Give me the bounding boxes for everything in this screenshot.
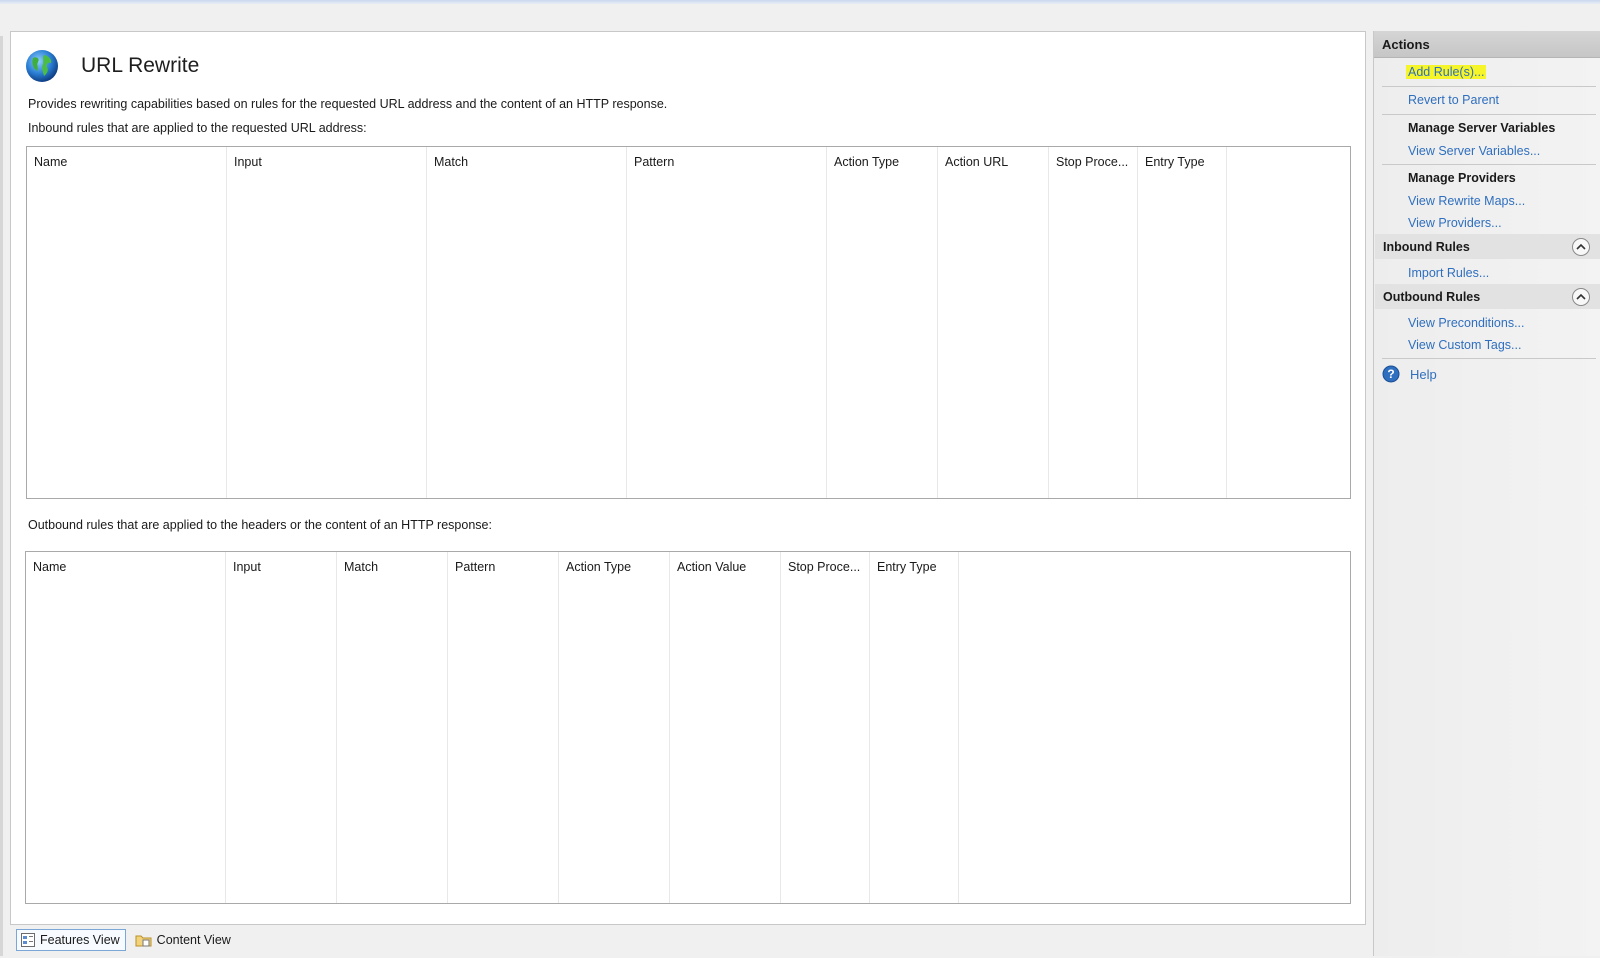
view-providers-link[interactable]: View Providers... [1408,216,1502,230]
column-header-action-url[interactable]: Action URL [938,147,1049,498]
column-header-action-type[interactable]: Action Type [827,147,938,498]
import-rules-link[interactable]: Import Rules... [1408,266,1489,280]
column-header-pattern[interactable]: Pattern [627,147,827,498]
svg-text:?: ? [1387,367,1394,381]
divider [1382,114,1596,115]
feature-description: Provides rewriting capabilities based on… [28,97,668,111]
inbound-caption: Inbound rules that are applied to the re… [28,121,367,135]
column-filler [959,552,1350,903]
column-header-match[interactable]: Match [337,552,448,903]
column-header-entry-type[interactable]: Entry Type [870,552,959,903]
column-header-input[interactable]: Input [226,552,337,903]
feature-panel: URL Rewrite Provides rewriting capabilit… [10,31,1366,925]
column-filler [1227,147,1350,498]
column-header-action-value[interactable]: Action Value [670,552,781,903]
chevron-up-icon[interactable] [1572,237,1590,256]
column-header-pattern[interactable]: Pattern [448,552,559,903]
column-header-name[interactable]: Name [26,552,226,903]
help-link[interactable]: ? Help [1382,365,1437,383]
tab-label: Features View [40,933,120,947]
chevron-up-icon[interactable] [1572,287,1590,306]
help-icon: ? [1382,365,1400,383]
tab-content-view[interactable]: Content View [132,929,236,951]
column-header-name[interactable]: Name [27,147,227,498]
inbound-rules-table[interactable]: Name Input Match Pattern Action Type Act… [26,146,1351,499]
view-preconditions-link[interactable]: View Preconditions... [1408,316,1525,330]
manage-providers-title: Manage Providers [1408,171,1516,185]
actions-pane: Actions Add Rule(s)... Revert to Parent … [1373,31,1600,956]
outbound-rules-title: Outbound Rules [1383,289,1481,304]
feature-header: URL Rewrite [25,46,199,86]
outbound-rules-table[interactable]: Name Input Match Pattern Action Type Act… [25,551,1351,904]
view-rewrite-maps-link[interactable]: View Rewrite Maps... [1408,194,1525,208]
column-header-input[interactable]: Input [227,147,427,498]
add-rules-link[interactable]: Add Rule(s)... [1406,65,1487,79]
globe-icon [26,50,58,82]
divider [1382,86,1596,87]
features-view-icon [21,933,35,947]
left-pane-edge [0,36,3,956]
view-custom-tags-link[interactable]: View Custom Tags... [1408,338,1521,352]
page-title: URL Rewrite [81,54,200,77]
column-header-entry-type[interactable]: Entry Type [1138,147,1227,498]
column-header-action-type[interactable]: Action Type [559,552,670,903]
content-view-icon [135,935,152,947]
window-top-strip [0,0,1600,4]
divider [1382,358,1596,359]
tab-features-view[interactable]: Features View [16,929,126,951]
manage-server-variables-title: Manage Server Variables [1408,121,1556,135]
column-header-stop-processing[interactable]: Stop Proce... [1049,147,1138,498]
actions-header: Actions [1374,31,1600,58]
divider [1382,164,1596,165]
inbound-rules-title: Inbound Rules [1383,239,1470,254]
tab-label: Content View [156,933,231,947]
outbound-rules-group[interactable]: Outbound Rules [1375,284,1600,309]
column-header-stop-processing[interactable]: Stop Proce... [781,552,870,903]
view-tabs: Features View Content View [16,929,242,951]
column-header-match[interactable]: Match [427,147,627,498]
view-server-variables-link[interactable]: View Server Variables... [1408,144,1540,158]
outbound-caption: Outbound rules that are applied to the h… [28,518,492,532]
help-label: Help [1410,366,1437,382]
inbound-rules-group[interactable]: Inbound Rules [1375,234,1600,259]
revert-to-parent-link[interactable]: Revert to Parent [1408,93,1499,107]
